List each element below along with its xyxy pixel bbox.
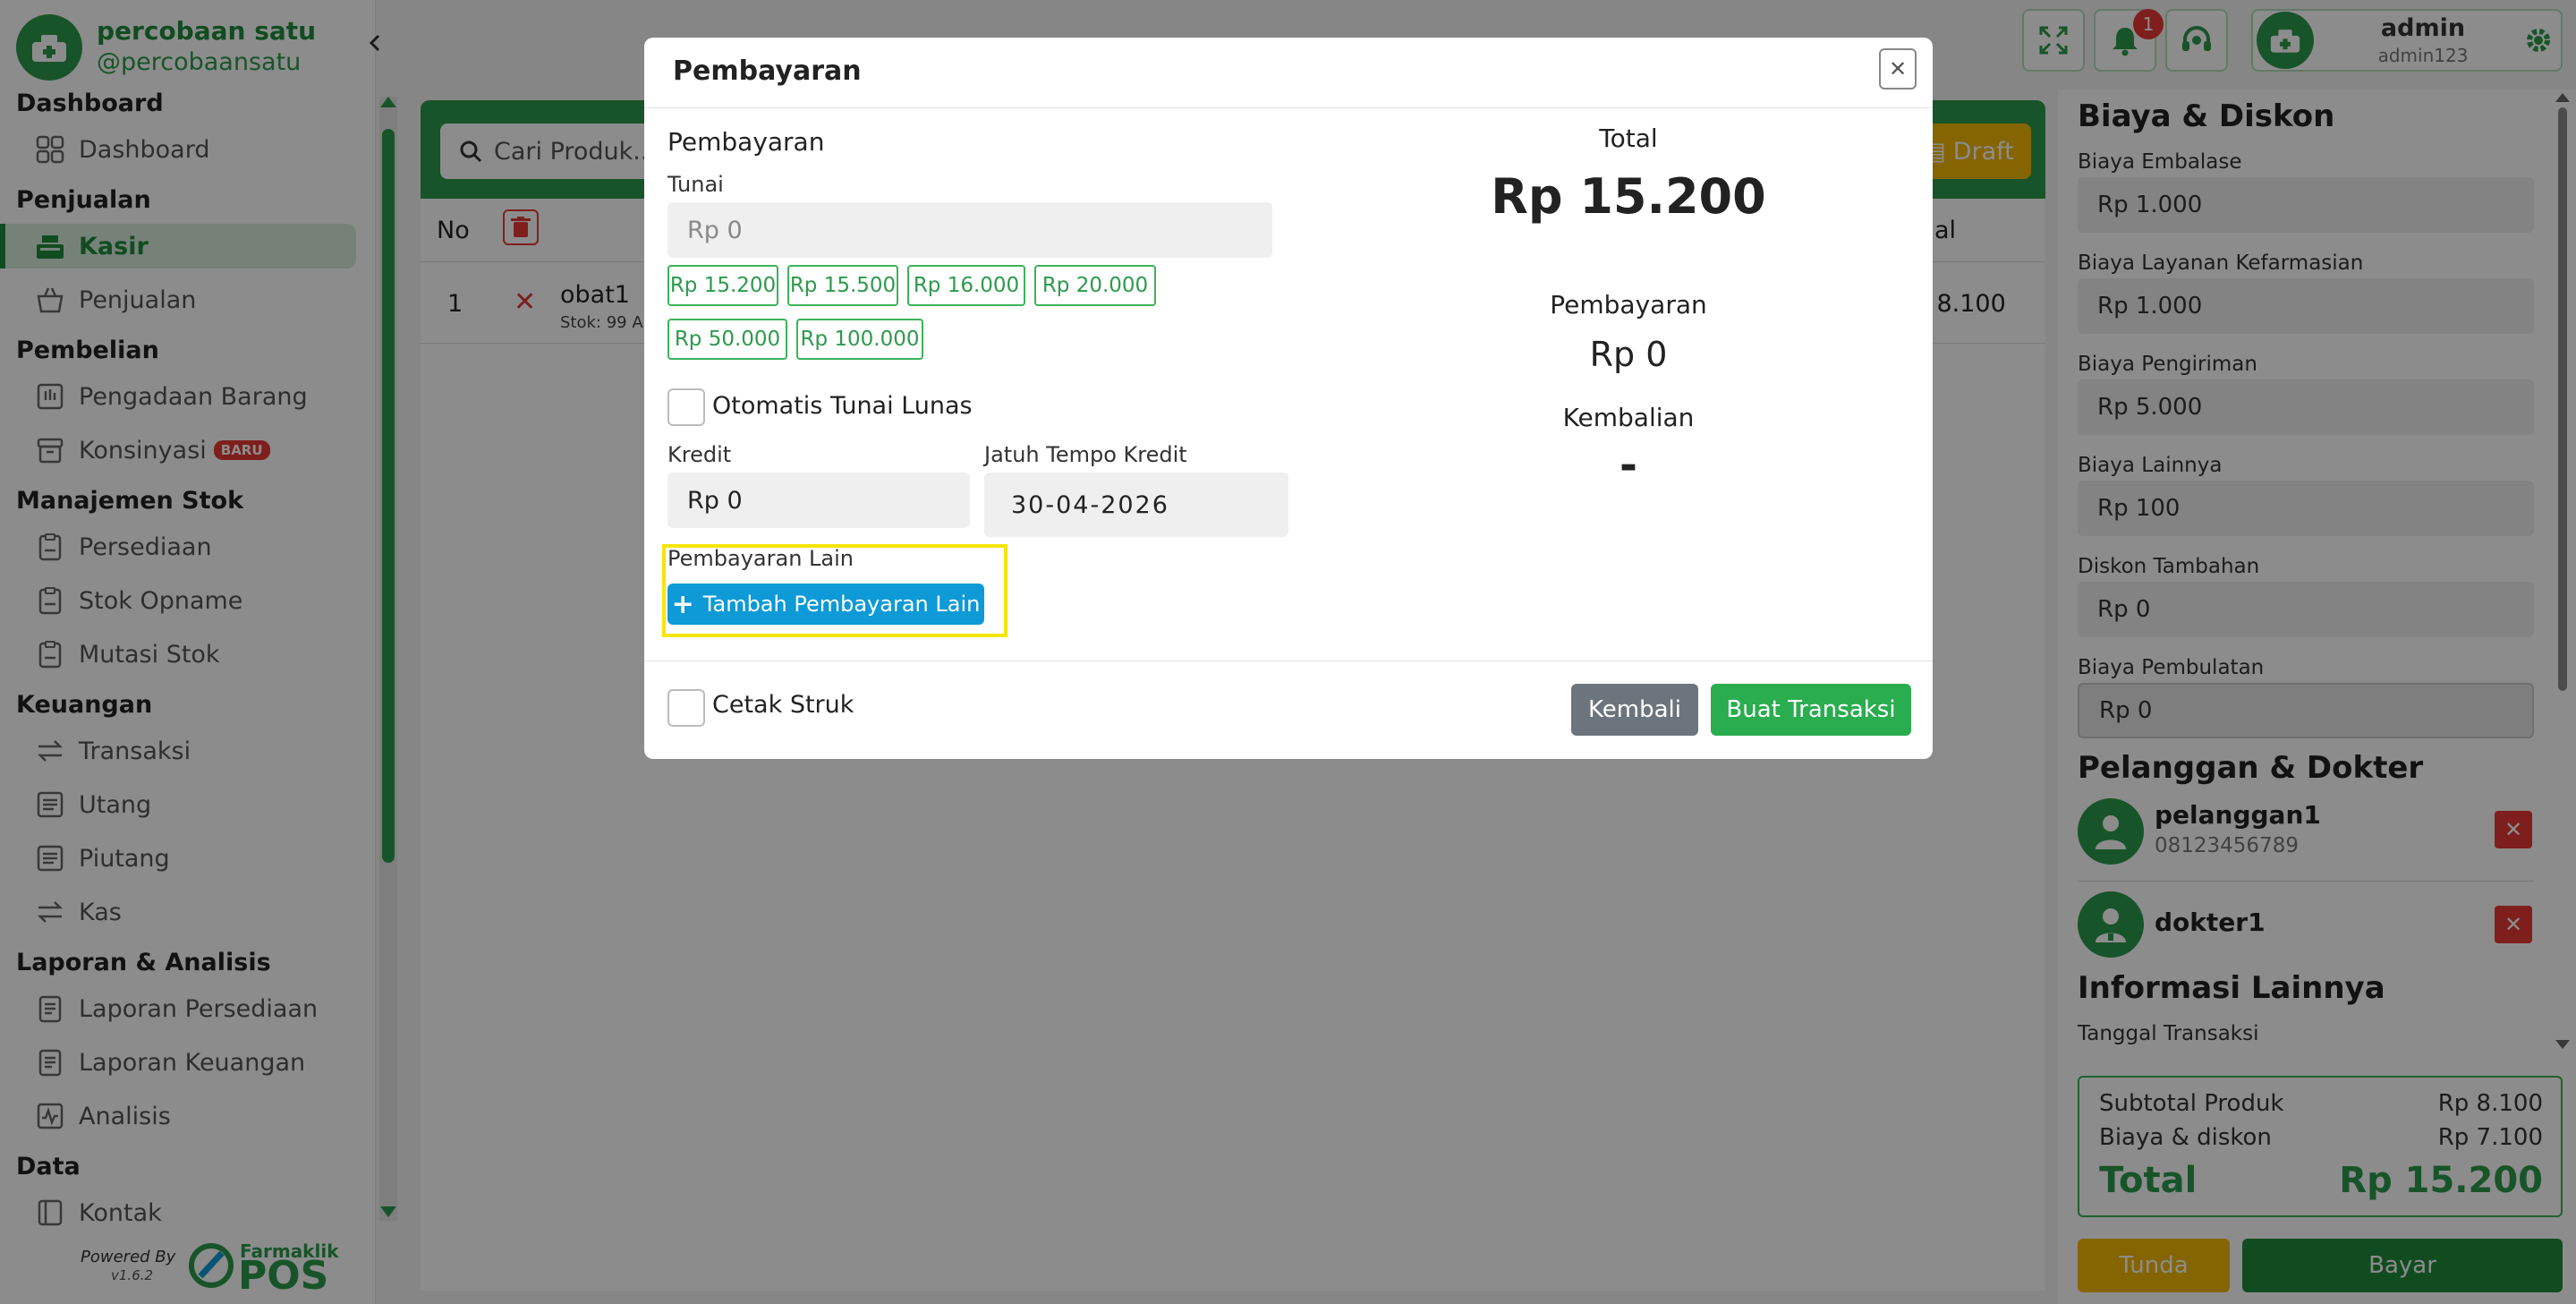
quick-amount-button[interactable]: Rp 16.000 (907, 265, 1025, 306)
summary-kembalian-label: Kembalian (1562, 403, 1695, 432)
tambah-pembayaran-lain-button[interactable]: + Tambah Pembayaran Lain (667, 584, 984, 625)
summary-total-value: Rp 15.200 (1491, 168, 1766, 225)
kredit-label: Kredit (667, 442, 732, 467)
jatuh-tempo-input[interactable]: 30-04-2026 (984, 473, 1288, 537)
modal-header-divider (644, 107, 1933, 108)
quick-amount-button[interactable]: Rp 50.000 (667, 319, 787, 360)
close-icon: ✕ (1888, 56, 1908, 81)
cetak-struk-checkbox[interactable] (667, 689, 705, 727)
close-modal-button[interactable]: ✕ (1879, 48, 1917, 89)
summary-total-label: Total (1599, 124, 1658, 153)
summary-pembayaran-value: Rp 0 (1589, 335, 1668, 374)
summary-pembayaran-label: Pembayaran (1550, 290, 1707, 320)
quick-amount-button[interactable]: Rp 15.200 (667, 265, 778, 306)
payment-modal: Pembayaran ✕ Pembayaran Tunai Rp 0 Rp 15… (644, 38, 1933, 759)
cetak-struk-label: Cetak Struk (712, 691, 854, 719)
auto-lunas-label: Otomatis Tunai Lunas (712, 392, 973, 420)
modal-title: Pembayaran (673, 55, 862, 87)
quick-amount-button[interactable]: Rp 100.000 (796, 319, 923, 360)
quick-amount-button[interactable]: Rp 20.000 (1034, 265, 1156, 306)
pembayaran-lain-label: Pembayaran Lain (667, 546, 854, 571)
payment-section-title: Pembayaran (667, 127, 825, 157)
plus-icon: + (671, 588, 694, 620)
buat-transaksi-button[interactable]: Buat Transaksi (1711, 684, 1911, 736)
jatuh-tempo-label: Jatuh Tempo Kredit (984, 442, 1187, 467)
kredit-input[interactable]: Rp 0 (667, 473, 970, 528)
tunai-label: Tunai (667, 172, 724, 197)
auto-lunas-checkbox[interactable] (667, 388, 705, 426)
tunai-input[interactable]: Rp 0 (667, 202, 1272, 258)
tambah-pembayaran-lain-label: Tambah Pembayaran Lain (702, 592, 981, 617)
quick-amount-button[interactable]: Rp 15.500 (787, 265, 898, 306)
kembali-button[interactable]: Kembali (1571, 684, 1698, 736)
summary-kembalian-value: - (1620, 440, 1637, 490)
